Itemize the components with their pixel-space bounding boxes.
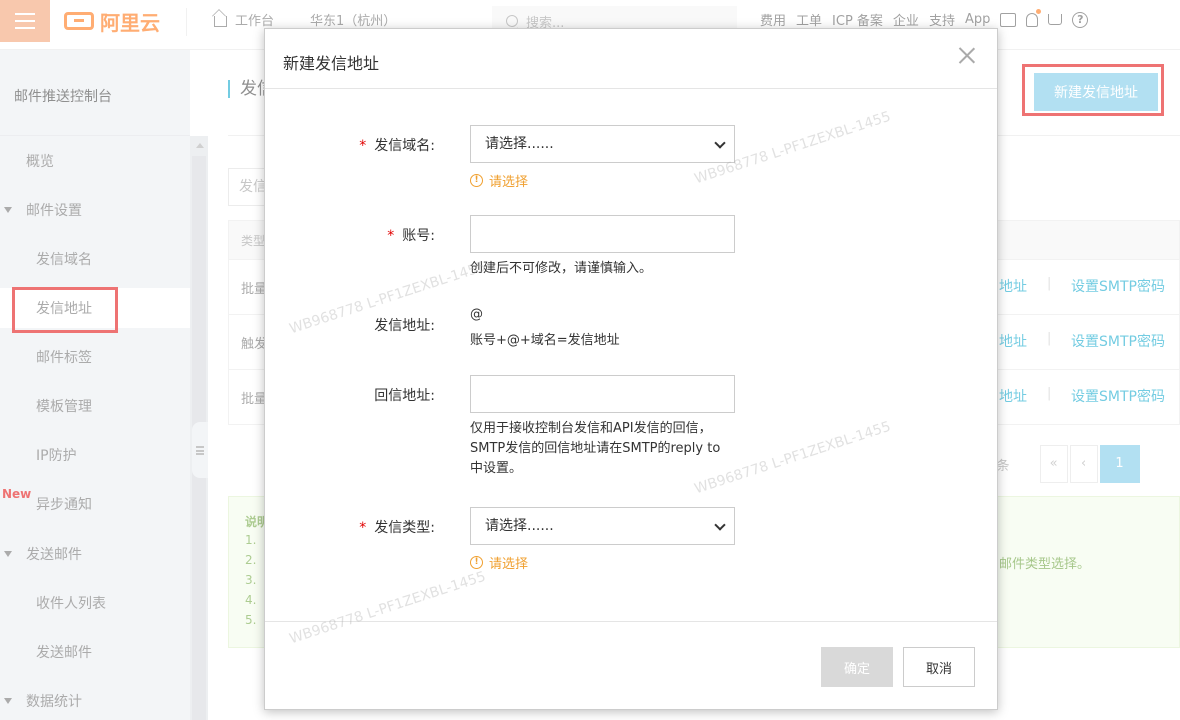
domain-label-text: 发信域名: [374, 138, 435, 154]
close-icon[interactable] [955, 43, 979, 67]
dialog-title: 新建发信地址 [283, 54, 380, 73]
reply-label: 回信地址: [265, 385, 435, 405]
account-label-text: 账号: [402, 228, 435, 244]
domain-select[interactable]: 请选择...... [470, 125, 735, 163]
divider [265, 621, 997, 622]
confirm-button[interactable]: 确定 [821, 647, 893, 687]
type-label: * 发信类型: [265, 517, 435, 537]
send-type-select[interactable]: 请选择...... [470, 507, 735, 545]
account-hint: 创建后不可修改，请谨慎输入。 [470, 261, 653, 276]
cancel-button[interactable]: 取消 [903, 647, 975, 687]
required-mark: * [359, 138, 367, 154]
required-mark: * [387, 228, 395, 244]
new-address-dialog: 新建发信地址 * 发信域名: 请选择...... ! 请选择 * 账号: 创建后不可… [264, 28, 998, 710]
account-label: * 账号: [265, 225, 435, 245]
warning-icon: ! [470, 556, 483, 569]
reply-address-input[interactable] [470, 375, 735, 413]
type-label-text: 发信类型: [374, 520, 435, 536]
chevron-down-icon [714, 519, 726, 531]
domain-label: * 发信域名: [265, 135, 435, 155]
domain-warning: ! 请选择 [470, 171, 528, 190]
type-warning: ! 请选择 [470, 553, 528, 572]
dialog-header: 新建发信地址 [265, 29, 997, 89]
domain-select-value: 请选择...... [485, 136, 554, 152]
send-type-select-value: 请选择...... [485, 518, 554, 534]
account-input[interactable] [470, 215, 735, 253]
warning-icon: ! [470, 174, 483, 187]
required-mark: * [359, 520, 367, 536]
chevron-down-icon [714, 137, 726, 149]
address-value: @ [470, 307, 483, 322]
reply-label-text: 回信地址: [374, 388, 435, 404]
address-label: 发信地址: [265, 315, 435, 335]
type-warning-text: 请选择 [489, 557, 529, 572]
address-label-text: 发信地址: [374, 318, 435, 334]
reply-hint: 仅用于接收控制台发信和API发信的回信，SMTP发信的回信地址请在SMTP的re… [470, 421, 721, 476]
address-hint: 账号+@+域名=发信地址 [470, 333, 620, 348]
domain-warning-text: 请选择 [489, 175, 529, 190]
